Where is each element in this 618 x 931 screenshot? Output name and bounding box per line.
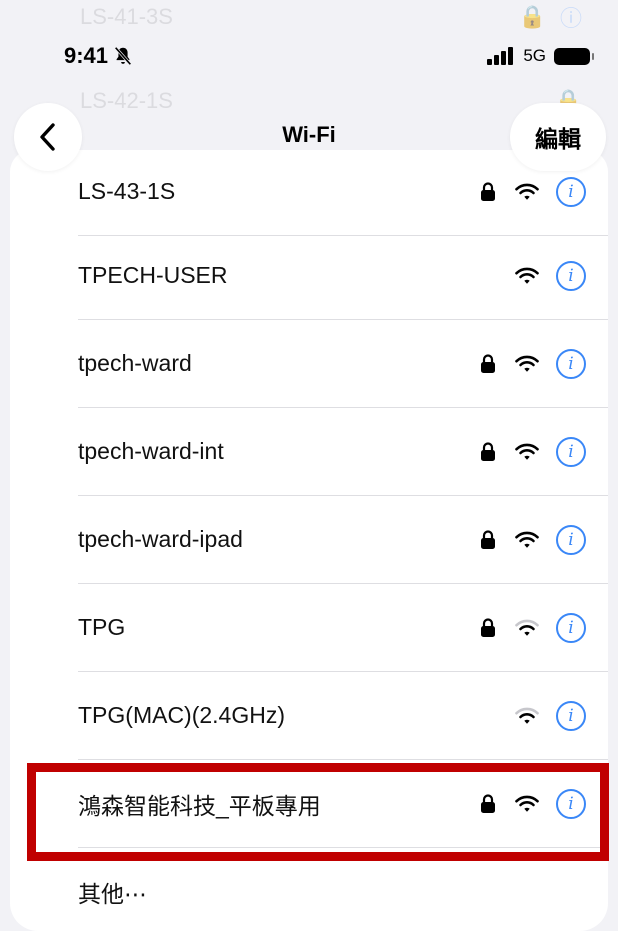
info-icon[interactable]: i [556, 612, 586, 643]
network-status-icons: i [476, 612, 586, 643]
network-name: tpech-ward [78, 350, 192, 376]
lock-icon [476, 441, 500, 462]
network-name: tpech-ward-int [78, 438, 224, 464]
wifi-signal-icon [514, 707, 540, 725]
wifi-network-row[interactable]: tpech-ward-int i [78, 408, 608, 496]
info-icon[interactable]: i [556, 436, 586, 467]
lock-icon: 🔒 [518, 4, 546, 29]
ghost-network-row: LS-42-1S 🔒 [80, 86, 582, 116]
status-time: 9:41 [64, 43, 109, 68]
info-icon[interactable]: i [556, 176, 586, 207]
wifi-network-row[interactable]: TPECH-USER i [78, 232, 608, 320]
battery-icon [554, 47, 594, 65]
network-name: TPECH-USER [78, 262, 228, 288]
status-right: 5G [487, 46, 594, 66]
network-status-icons: i [476, 700, 586, 731]
network-type: 5G [523, 46, 546, 65]
status-bar: 9:41 5G [64, 36, 594, 76]
network-status-icons: i [476, 524, 586, 555]
wifi-signal-icon [514, 183, 540, 201]
lock-icon [476, 353, 500, 374]
network-name: tpech-ward-ipad [78, 526, 243, 552]
ghost-network-name: LS-41-3S [80, 4, 173, 29]
other-network-label: 其他⋯ [78, 881, 147, 907]
ghost-network-name: LS-42-1S [80, 88, 173, 113]
network-status-icons: i [476, 176, 586, 207]
network-name: LS-43-1S [78, 178, 176, 204]
info-icon[interactable]: i [556, 524, 586, 555]
ghost-network-row: LS-41-3S 🔒 ⓘ [80, 2, 582, 32]
info-icon[interactable]: i [556, 700, 586, 731]
network-name: TPG [78, 614, 126, 640]
lock-icon [476, 181, 500, 202]
network-name: TPG(MAC)(2.4GHz) [78, 702, 285, 728]
bell-slash-icon [114, 46, 132, 66]
edit-button[interactable]: 編輯 [510, 103, 606, 171]
wifi-network-row[interactable]: TPG i [78, 584, 608, 672]
wifi-signal-icon [514, 355, 540, 373]
wifi-signal-icon [514, 267, 540, 285]
lock-icon [476, 529, 500, 550]
status-time-group: 9:41 [64, 43, 134, 69]
wifi-signal-icon [514, 443, 540, 461]
ghost-network-icons: 🔒 ⓘ [519, 1, 582, 33]
wifi-signal-icon [514, 619, 540, 637]
network-status-icons: i [476, 260, 586, 291]
network-status-icons: i [476, 348, 586, 379]
highlight-box [27, 763, 609, 861]
info-icon[interactable]: i [556, 260, 586, 291]
lock-icon [476, 617, 500, 638]
wifi-signal-icon [514, 531, 540, 549]
wifi-network-row[interactable]: tpech-ward-ipad i [78, 496, 608, 584]
info-icon: ⓘ [559, 6, 582, 31]
wifi-network-row[interactable]: TPG(MAC)(2.4GHz) i [78, 672, 608, 760]
wifi-network-row[interactable]: tpech-ward i [78, 320, 608, 408]
network-status-icons: i [476, 436, 586, 467]
cellular-signal-icon [487, 47, 514, 65]
info-icon[interactable]: i [556, 348, 586, 379]
